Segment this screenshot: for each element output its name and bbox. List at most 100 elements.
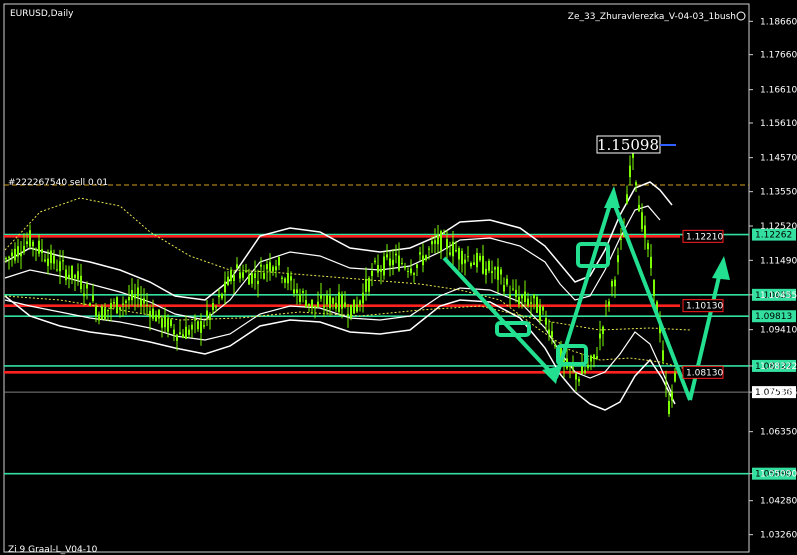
candle-body <box>110 303 112 309</box>
candle-body <box>95 306 97 316</box>
candle-body <box>227 276 229 286</box>
candle-body <box>248 274 250 285</box>
candle-body <box>86 284 88 289</box>
candle-body <box>101 306 103 320</box>
candle-body <box>308 303 310 306</box>
tick-label: 1.13550 <box>760 188 797 198</box>
candle-body <box>335 302 337 309</box>
candle-body <box>311 299 313 308</box>
candle-body <box>650 256 652 269</box>
candle-body <box>611 281 613 287</box>
candle-body <box>203 325 205 327</box>
candle-body <box>50 250 52 264</box>
candle-body <box>545 318 547 325</box>
highlight-price-tag: 1.15098 <box>596 135 676 154</box>
candle-body <box>605 305 607 307</box>
tick-label: 1.18660 <box>760 17 797 27</box>
candle-body <box>44 259 46 262</box>
candle-body <box>536 296 538 313</box>
candle-body <box>395 253 397 256</box>
symbol-title: EURUSD,Daily <box>10 9 74 19</box>
tick-label: 1.08322 <box>760 362 797 372</box>
candle-body <box>416 264 418 268</box>
highlight-tag-value: 1.15098 <box>597 136 659 154</box>
candle-body <box>257 280 259 285</box>
smiley-icon[interactable] <box>736 11 746 21</box>
candle-body <box>458 248 460 260</box>
candle-body <box>158 309 160 319</box>
candle-body <box>230 270 232 282</box>
candle-body <box>245 270 247 272</box>
candle-body <box>29 230 31 247</box>
candle-body <box>275 266 277 271</box>
candle-body <box>431 241 433 245</box>
bollinger-bands <box>4 181 691 411</box>
candle-body <box>260 264 262 267</box>
candle-body <box>353 299 355 314</box>
tick-label: 1.17660 <box>760 51 797 61</box>
candle-body <box>128 297 130 301</box>
candle-body <box>389 258 391 266</box>
candle-body <box>137 287 139 297</box>
candle-body <box>467 256 469 258</box>
candle-body <box>548 329 550 335</box>
candle-body <box>485 268 487 276</box>
candle-body <box>62 260 64 262</box>
candle-body <box>428 248 430 250</box>
candle-body <box>413 273 415 275</box>
arrow-up-2 <box>688 263 724 401</box>
tick-label: 1.16610 <box>760 86 797 96</box>
chart-window[interactable]: 1.12262 1.10455 1.09813 1.08322 1.05090 1.122… <box>0 0 797 555</box>
candle-body <box>140 299 142 307</box>
candle-body <box>65 269 67 281</box>
candle-body <box>122 303 124 305</box>
candle-body <box>668 400 670 415</box>
candle-body <box>302 291 304 293</box>
candle-body <box>653 279 655 297</box>
red-price-tag-label: 1.08130 <box>686 368 723 378</box>
candle-body <box>509 294 511 298</box>
candle-body <box>35 248 37 250</box>
candle-body <box>179 332 181 335</box>
candle-body <box>341 294 343 309</box>
candle-body <box>176 334 178 341</box>
plot-frame <box>3 3 750 553</box>
candle-body <box>149 310 151 318</box>
candle-body <box>269 262 271 272</box>
candle-body <box>326 295 328 305</box>
candle-body <box>68 274 70 279</box>
candle-body <box>59 261 61 272</box>
tick-label: 1.14570 <box>760 154 797 164</box>
tick-label: 1.09410 <box>760 326 797 336</box>
candle-body <box>515 289 517 297</box>
candle-body <box>497 266 499 280</box>
candle-body <box>452 241 454 257</box>
candle-body <box>74 274 76 278</box>
tick-label: 1.06350 <box>760 428 797 438</box>
candle-body <box>671 391 673 401</box>
candle-body <box>218 295 220 298</box>
tick-label: 1.03260 <box>760 531 797 541</box>
arrow-down-2 <box>610 197 692 401</box>
candle-body <box>113 301 115 304</box>
candle-body <box>53 255 55 264</box>
candle-body <box>542 306 544 311</box>
candle-body <box>443 232 445 234</box>
price-axis-ticks: 1.18660 1.17660 1.16610 1.15610 1.14570 1.135… <box>749 17 797 541</box>
candle-body <box>455 249 457 252</box>
candle-body <box>38 240 40 254</box>
candle-body <box>425 255 427 260</box>
candle-body <box>152 308 154 319</box>
candle-body <box>14 248 16 261</box>
candle-body <box>665 382 667 385</box>
arrow-up-1-head <box>604 186 620 208</box>
arrow-up-2-head <box>712 256 730 280</box>
candle-body <box>83 293 85 297</box>
candle-body <box>347 313 349 317</box>
price-chart[interactable]: 1.12262 1.10455 1.09813 1.08322 1.05090 1.122… <box>0 0 797 555</box>
candle-body <box>362 292 364 304</box>
candle-body <box>629 165 631 178</box>
green-price-tag-label: 1.12262 <box>755 231 792 241</box>
candle-body <box>98 314 100 321</box>
candle-body <box>581 366 583 375</box>
